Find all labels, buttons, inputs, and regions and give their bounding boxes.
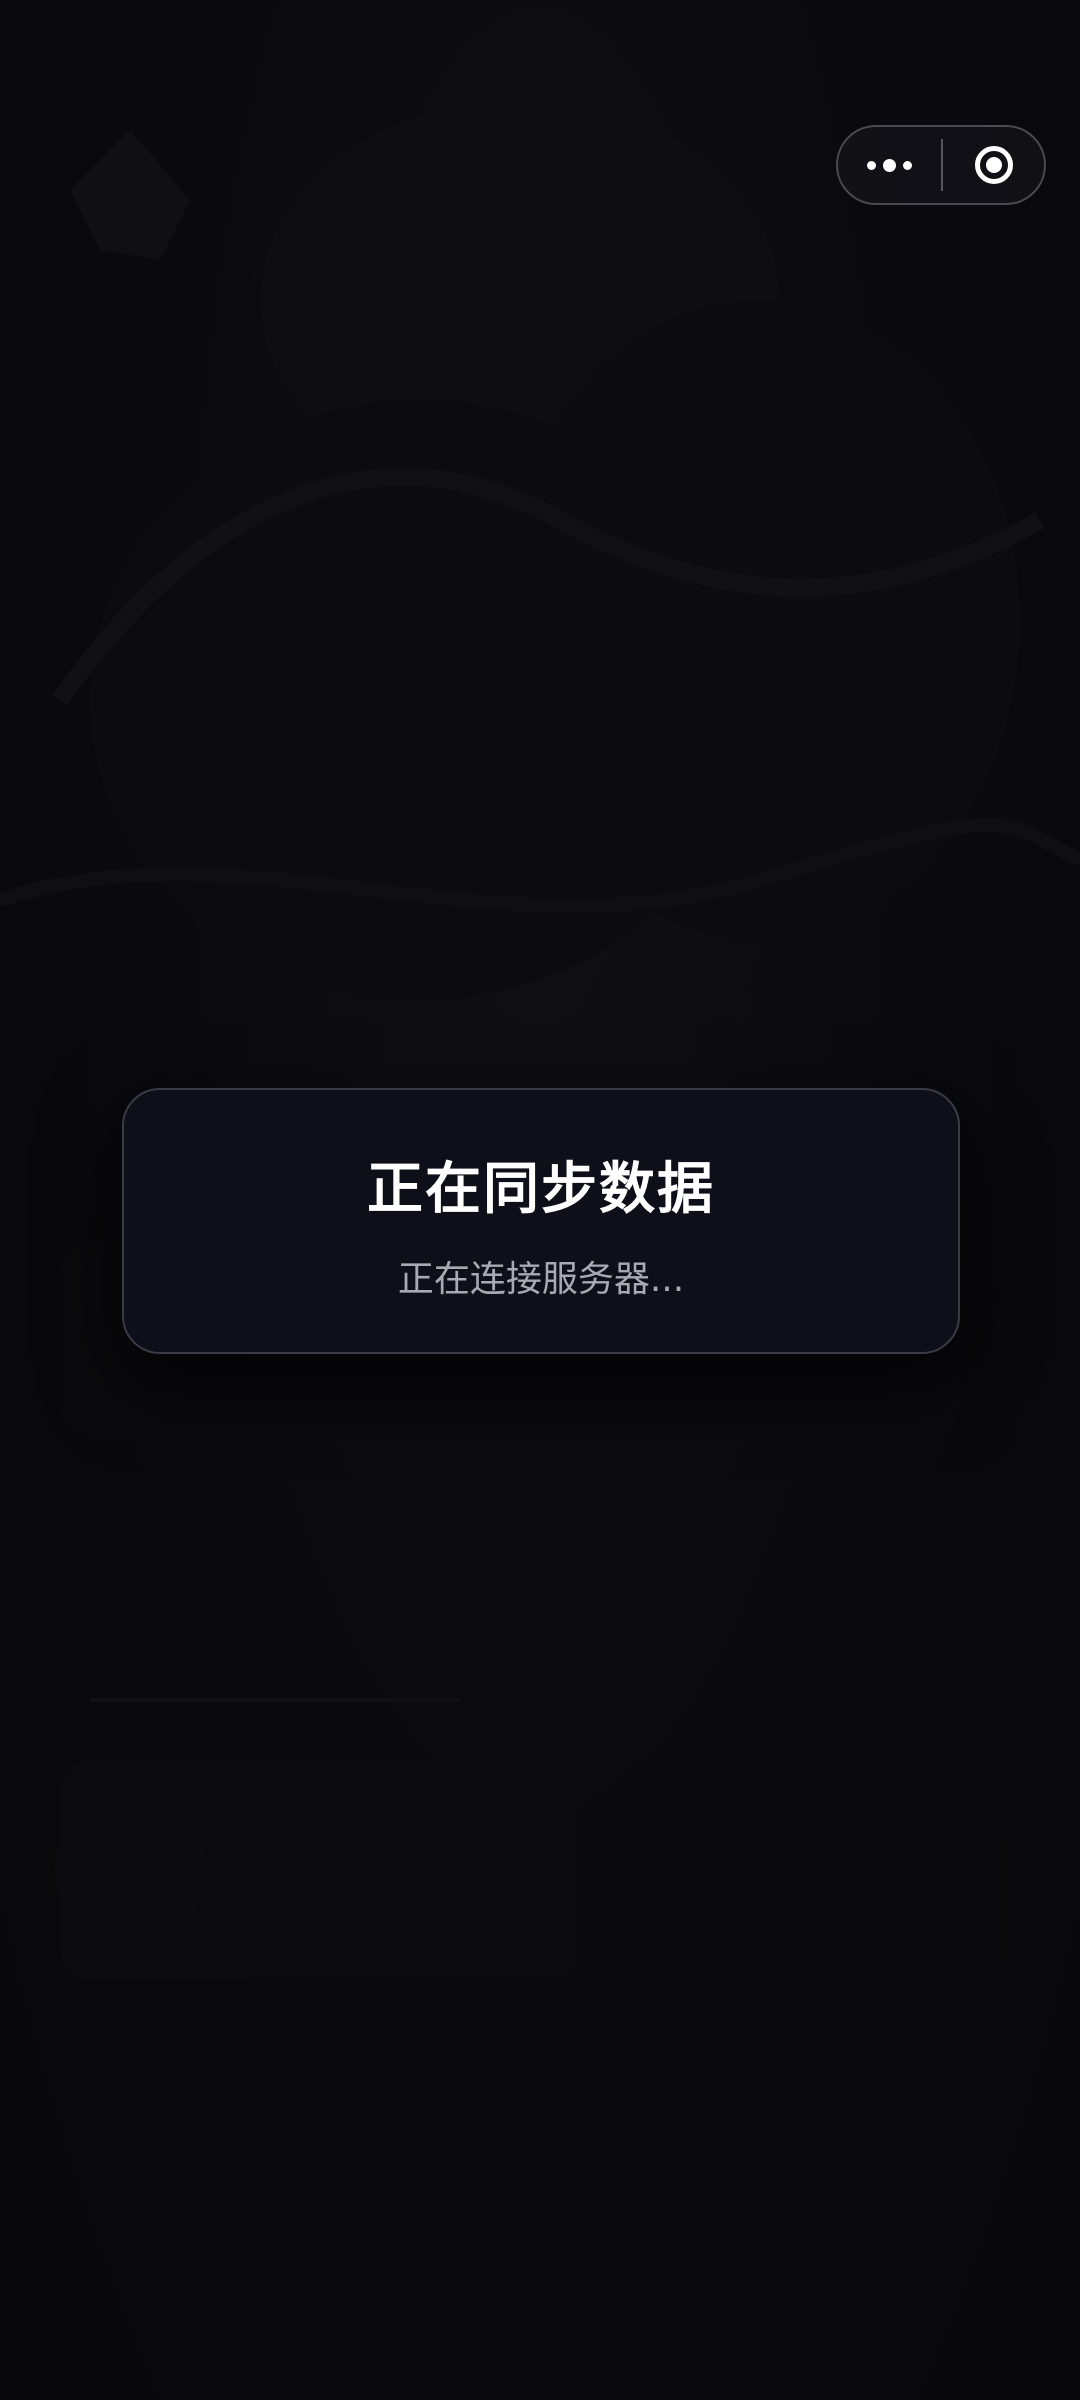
sync-loading-dialog: 正在同步数据 正在连接服务器... — [122, 1088, 960, 1354]
target-circle-icon-core — [985, 157, 1002, 173]
more-dots-icon-right — [903, 160, 912, 170]
close-miniprogram-button[interactable] — [943, 127, 1044, 203]
miniprogram-capsule — [836, 125, 1046, 205]
app-screen: 正在同步数据 正在连接服务器... — [0, 0, 1080, 2400]
more-dots-icon-center — [883, 158, 896, 172]
dialog-message: 正在连接服务器... — [397, 1259, 685, 1300]
dialog-title: 正在同步数据 — [367, 1157, 715, 1222]
more-options-button[interactable] — [838, 127, 941, 203]
more-dots-icon — [867, 160, 876, 170]
target-circle-icon — [974, 146, 1013, 184]
